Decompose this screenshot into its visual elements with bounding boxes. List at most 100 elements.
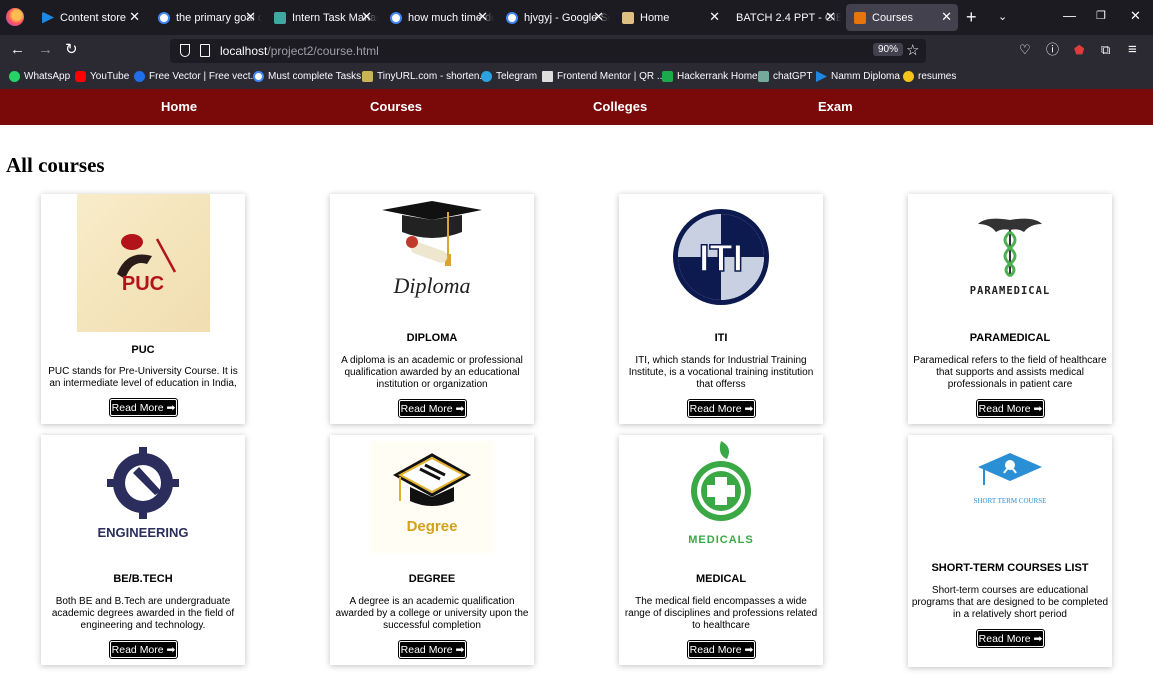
pocket-icon[interactable]: ♡ — [1019, 41, 1031, 59]
course-card-paramedical: PARAMEDICAL PARAMEDICAL Paramedical refe… — [908, 194, 1112, 424]
close-window-icon[interactable]: ✕ — [1130, 9, 1141, 23]
close-tab-icon[interactable]: ✕ — [709, 10, 720, 24]
card-title: ITI — [714, 332, 728, 344]
bookmark-freevector[interactable]: Free Vector | Free vect... — [134, 71, 259, 82]
nav-home-link[interactable]: Home — [161, 99, 197, 114]
bookmark-tinyurl[interactable]: TinyURL.com - shorten... — [362, 71, 488, 82]
tab-content-store[interactable]: Content store ✕ — [34, 4, 146, 31]
card-title: SHORT-TERM COURSES LIST — [931, 562, 1089, 574]
read-more-button[interactable]: Read More ➡ — [687, 399, 756, 418]
freevector-icon — [134, 71, 145, 82]
reload-icon[interactable]: ↻ — [65, 41, 78, 59]
whatsapp-icon — [9, 71, 20, 82]
tab-how-much-time[interactable]: how much time de ✕ — [382, 4, 494, 31]
bookmark-whatsapp[interactable]: WhatsApp — [9, 71, 70, 82]
close-tab-icon[interactable]: ✕ — [245, 10, 256, 24]
close-tab-icon[interactable]: ✕ — [825, 10, 836, 24]
degree-logo-text: Degree — [407, 518, 458, 535]
xampp-favicon-icon — [854, 11, 866, 24]
forward-icon[interactable]: → — [38, 41, 53, 59]
card-description: ITI, which stands for Industrial Trainin… — [628, 355, 814, 390]
bookmark-chatgpt[interactable]: chatGPT — [758, 71, 812, 82]
bookmark-resumes[interactable]: resumes — [903, 71, 956, 82]
address-bar[interactable]: localhost/project2/course.html 90% ☆ — [170, 39, 926, 63]
read-more-button[interactable]: Read More ➡ — [976, 399, 1045, 418]
chevron-down-icon[interactable]: ⌄ — [998, 10, 1007, 23]
zoom-indicator[interactable]: 90% — [873, 43, 904, 56]
diploma-logo-image: Diploma — [368, 198, 496, 318]
diploma-logo-text: Diploma — [393, 273, 471, 298]
course-card-short-term: SHORT TERM COURSE SHORT-TERM COURSES LIS… — [908, 435, 1112, 667]
medicals-logo-image: MEDICALS — [675, 439, 767, 551]
bookmark-youtube[interactable]: YouTube — [75, 71, 129, 82]
browser-tab-bar: Content store ✕ the primary goal of ✕ In… — [0, 0, 1153, 35]
back-icon[interactable]: ← — [10, 41, 25, 59]
tab-home[interactable]: Home ✕ — [614, 4, 726, 31]
read-more-button[interactable]: Read More ➡ — [398, 640, 467, 659]
medicals-logo-text: MEDICALS — [688, 534, 753, 546]
puc-logo-image: PUC — [77, 194, 210, 332]
card-description: A diploma is an academic or professional… — [341, 355, 523, 390]
card-description: PUC stands for Pre-University Course. It… — [48, 366, 238, 389]
nav-colleges-link[interactable]: Colleges — [593, 99, 647, 114]
tab-courses[interactable]: Courses ✕ — [846, 4, 958, 31]
read-more-button[interactable]: Read More ➡ — [687, 640, 756, 659]
firefox-logo-icon[interactable] — [6, 8, 24, 26]
bookmarks-bar: WhatsApp YouTube Free Vector | Free vect… — [0, 67, 1153, 89]
read-more-button[interactable]: Read More ➡ — [398, 399, 467, 418]
bookmark-telegram[interactable]: Telegram — [481, 71, 537, 82]
shield-icon[interactable] — [180, 44, 190, 57]
bookmark-hackerrank[interactable]: Hackerrank Home — [662, 71, 758, 82]
iti-logo-image: ITI — [669, 200, 773, 314]
card-title: PUC — [131, 344, 155, 356]
info-icon[interactable]: ⓘ — [1046, 41, 1059, 59]
browser-toolbar: ← → ↻ localhost/project2/course.html 90%… — [0, 35, 1153, 67]
extensions-icon[interactable]: ⧉ — [1101, 41, 1110, 59]
read-more-button[interactable]: Read More ➡ — [976, 629, 1045, 648]
ublock-icon[interactable]: ⬟ — [1074, 41, 1084, 59]
bookmark-frontend-mentor[interactable]: Frontend Mentor | QR ... — [542, 71, 665, 82]
paramedical-logo-text: PARAMEDICAL — [970, 285, 1051, 297]
bookmark-must-complete[interactable]: Must complete Tasks — [253, 71, 361, 82]
paramedical-logo-image: PARAMEDICAL — [956, 210, 1064, 302]
bookmark-namm-diploma[interactable]: Namm Diploma — [816, 71, 900, 82]
arrow-icon — [816, 71, 827, 82]
nav-courses-link[interactable]: Courses — [370, 99, 422, 114]
course-card-diploma: Diploma DIPLOMA A diploma is an academic… — [330, 194, 534, 424]
close-tab-icon[interactable]: ✕ — [129, 10, 140, 24]
bookmark-star-icon[interactable]: ☆ — [906, 41, 919, 59]
new-tab-icon[interactable]: + — [966, 8, 977, 26]
close-tab-icon[interactable]: ✕ — [477, 10, 488, 24]
google-favicon-icon — [390, 11, 402, 24]
close-tab-icon[interactable]: ✕ — [593, 10, 604, 24]
read-more-button[interactable]: Read More ➡ — [109, 398, 178, 417]
tab-batch-ppt[interactable]: BATCH 2.4 PPT - CIE-1 ✕ — [730, 4, 842, 31]
card-title: DIPLOMA — [406, 332, 458, 344]
restore-icon[interactable]: ❐ — [1096, 9, 1106, 23]
url-text[interactable]: localhost/project2/course.html — [220, 44, 379, 58]
course-card-medical: MEDICALS MEDICAL The medical field encom… — [619, 435, 823, 665]
minimize-icon[interactable]: — — [1063, 9, 1076, 23]
page-favicon-icon — [622, 11, 634, 24]
youtube-icon — [75, 71, 86, 82]
close-tab-icon[interactable]: ✕ — [361, 10, 372, 24]
card-description: Both BE and B.Tech are undergraduate aca… — [51, 596, 235, 631]
chatgpt-icon — [758, 71, 769, 82]
degree-logo-image: Degree — [370, 441, 494, 553]
close-tab-icon[interactable]: ✕ — [941, 10, 952, 24]
page-icon — [542, 71, 553, 82]
task-favicon-icon — [274, 11, 286, 24]
nav-exam-link[interactable]: Exam — [818, 99, 853, 114]
menu-icon[interactable]: ≡ — [1128, 41, 1137, 59]
arrow-favicon-icon — [42, 11, 54, 24]
course-card-puc: PUC PUC PUC stands for Pre-University Co… — [41, 194, 245, 424]
read-more-button[interactable]: Read More ➡ — [109, 640, 178, 659]
resumes-icon — [903, 71, 914, 82]
card-title: DEGREE — [408, 573, 456, 585]
tab-google-search[interactable]: hjvgyj - Google Se ✕ — [498, 4, 610, 31]
course-card-iti: ITI ITI ITI, which stands for Industrial… — [619, 194, 823, 424]
card-title: BE/B.TECH — [113, 573, 173, 585]
tab-primary-goal[interactable]: the primary goal of ✕ — [150, 4, 262, 31]
tab-intern-task[interactable]: Intern Task Manager ✕ — [266, 4, 378, 31]
page-info-icon[interactable] — [200, 44, 210, 57]
